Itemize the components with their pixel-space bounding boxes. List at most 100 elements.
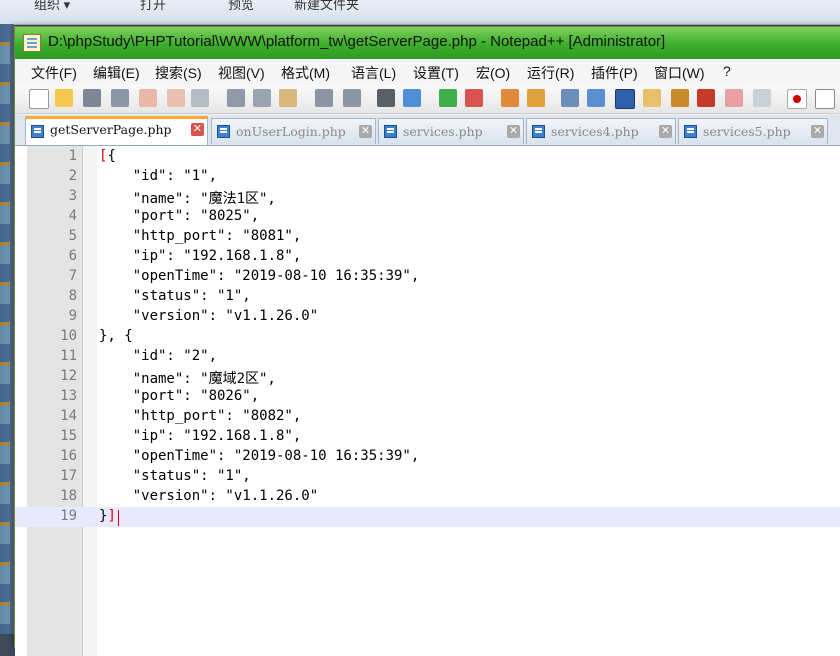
tab-close-icon[interactable]: ✕ — [659, 125, 672, 138]
code-line[interactable]: 3 "name": "魔法1区", — [15, 187, 840, 207]
code-text: "http_port": "8081", — [99, 228, 302, 244]
code-text: "status": "1", — [99, 288, 251, 304]
tab-close-icon[interactable]: ✕ — [811, 125, 824, 138]
tab-services[interactable]: services.php ✕ — [378, 118, 524, 144]
menu-language[interactable]: 语言(L) — [351, 63, 396, 83]
redo-icon[interactable] — [343, 89, 361, 107]
tab-label: services4.php — [551, 124, 639, 139]
code-line[interactable]: 6 "ip": "192.168.1.8", — [15, 247, 840, 267]
indent-guide-icon[interactable] — [615, 89, 635, 109]
code-text: "port": "8025", — [99, 208, 260, 224]
open-file-icon[interactable] — [55, 89, 73, 107]
code-line[interactable]: 7 "openTime": "2019-08-10 16:35:39", — [15, 267, 840, 287]
php-file-icon — [31, 125, 44, 138]
save-all-icon[interactable] — [111, 89, 129, 107]
title-bar[interactable]: D:\phpStudy\PHPTutorial\WWW\platform_tw\… — [15, 27, 840, 59]
code-line[interactable]: 18 "version": "v1.1.26.0" — [15, 487, 840, 507]
tab-services5[interactable]: services5.php ✕ — [678, 118, 828, 144]
zoom-out-icon[interactable] — [465, 89, 483, 107]
tab-close-icon[interactable]: ✕ — [191, 123, 204, 136]
tab-services4[interactable]: services4.php ✕ — [526, 118, 676, 144]
code-line[interactable]: 14 "http_port": "8082", — [15, 407, 840, 427]
line-number: 12 — [60, 368, 77, 384]
line-number: 18 — [60, 488, 77, 504]
code-text: "ip": "192.168.1.8", — [99, 248, 302, 264]
record-icon[interactable] — [787, 89, 807, 109]
tab-getserverpage[interactable]: getServerPage.php ✕ — [25, 116, 208, 145]
code-text: "version": "v1.1.26.0" — [99, 488, 319, 504]
tab-close-icon[interactable]: ✕ — [359, 125, 372, 138]
notepadpp-window: D:\phpStudy\PHPTutorial\WWW\platform_tw\… — [14, 26, 840, 656]
code-line[interactable]: 8 "status": "1", — [15, 287, 840, 307]
menu-run[interactable]: 运行(R) — [527, 63, 574, 83]
paste-icon[interactable] — [279, 89, 297, 107]
code-line[interactable]: 15 "ip": "192.168.1.8", — [15, 427, 840, 447]
doc-map-icon[interactable] — [643, 89, 661, 107]
code-line[interactable]: 4 "port": "8025", — [15, 207, 840, 227]
code-text: "openTime": "2019-08-10 16:35:39", — [99, 448, 420, 464]
function-list-icon[interactable] — [671, 89, 689, 107]
line-number: 4 — [68, 208, 77, 224]
sync-v-icon[interactable] — [501, 89, 519, 107]
tab-label: services.php — [403, 124, 483, 139]
menu-help[interactable]: ? — [723, 63, 731, 79]
code-line[interactable]: 11 "id": "2", — [15, 347, 840, 367]
code-line[interactable]: 9 "version": "v1.1.26.0" — [15, 307, 840, 327]
cut-icon[interactable] — [227, 89, 245, 107]
close-all-icon[interactable] — [167, 89, 185, 107]
code-text: "ip": "192.168.1.8", — [99, 428, 302, 444]
window-title: D:\phpStudy\PHPTutorial\WWW\platform_tw\… — [48, 33, 666, 50]
code-line[interactable]: 1 [{ — [15, 147, 840, 167]
code-text: "id": "1", — [99, 168, 218, 184]
save-icon[interactable] — [83, 89, 101, 107]
code-text: "port": "8026", — [99, 388, 260, 404]
monitor-icon[interactable] — [753, 89, 771, 107]
menu-format[interactable]: 格式(M) — [281, 63, 330, 83]
code-line[interactable]: 13 "port": "8026", — [15, 387, 840, 407]
macro-record-icon[interactable] — [725, 89, 743, 107]
copy-icon[interactable] — [253, 89, 271, 107]
bg-preview-item: 预览 — [228, 0, 255, 12]
code-line[interactable]: 19}] — [15, 507, 840, 527]
print-icon[interactable] — [191, 89, 209, 107]
line-number: 9 — [68, 308, 77, 324]
menu-macro[interactable]: 宏(O) — [476, 63, 510, 83]
menu-edit[interactable]: 编辑(E) — [93, 63, 140, 83]
line-number: 13 — [60, 388, 77, 404]
sync-h-icon[interactable] — [527, 89, 545, 107]
tab-close-icon[interactable]: ✕ — [507, 125, 520, 138]
code-line[interactable]: 17 "status": "1", — [15, 467, 840, 487]
replace-icon[interactable] — [403, 89, 421, 107]
menu-view[interactable]: 视图(V) — [218, 63, 265, 83]
line-number: 7 — [68, 268, 77, 284]
line-number: 5 — [68, 228, 77, 244]
zoom-in-icon[interactable] — [439, 89, 457, 107]
folder-workspace-icon[interactable] — [697, 89, 715, 107]
menu-plugins[interactable]: 插件(P) — [591, 63, 638, 83]
code-line[interactable]: 16 "openTime": "2019-08-10 16:35:39", — [15, 447, 840, 467]
line-number: 15 — [60, 428, 77, 444]
menu-file[interactable]: 文件(F) — [31, 63, 77, 83]
close-icon[interactable] — [139, 89, 157, 107]
stop-icon[interactable] — [815, 89, 835, 109]
toolbar — [15, 85, 840, 114]
line-number: 11 — [60, 348, 77, 364]
code-text: "openTime": "2019-08-10 16:35:39", — [99, 268, 420, 284]
line-number: 6 — [68, 248, 77, 264]
code-line[interactable]: 5 "http_port": "8081", — [15, 227, 840, 247]
undo-icon[interactable] — [315, 89, 333, 107]
tab-onuserlogin[interactable]: onUserLogin.php ✕ — [211, 118, 376, 144]
menu-window[interactable]: 窗口(W) — [654, 63, 705, 83]
code-line[interactable]: 10}, { — [15, 327, 840, 347]
menu-search[interactable]: 搜索(S) — [155, 63, 202, 83]
code-editor[interactable]: 1[{2 "id": "1", 3 "name": "魔法1区", 4 "port"… — [15, 146, 840, 656]
code-line[interactable]: 2 "id": "1", — [15, 167, 840, 187]
new-file-icon[interactable] — [29, 89, 49, 109]
code-text: }, { — [99, 328, 133, 344]
find-icon[interactable] — [377, 89, 395, 107]
code-line[interactable]: 12 "name": "魔域2区", — [15, 367, 840, 387]
menu-settings[interactable]: 设置(T) — [413, 63, 459, 83]
wrap-icon[interactable] — [561, 89, 579, 107]
code-text: [{ — [99, 148, 116, 164]
show-all-chars-icon[interactable] — [587, 89, 605, 107]
